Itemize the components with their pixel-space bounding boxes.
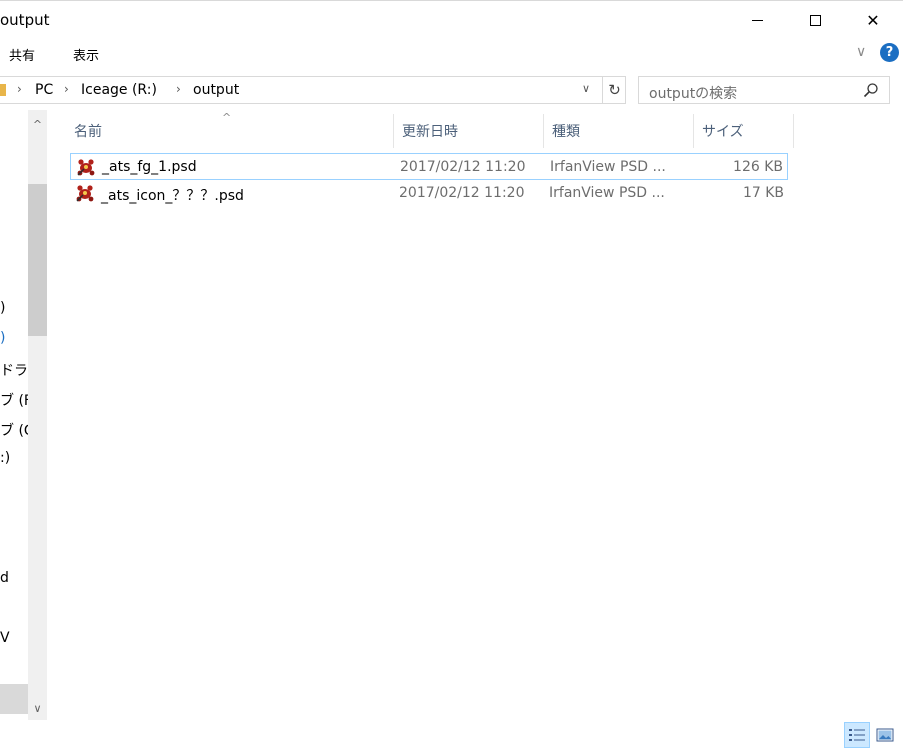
search-box[interactable]: outputの検索 (638, 76, 890, 104)
file-modified: 2017/02/12 11:20 (400, 159, 526, 175)
nav-selected-highlight (0, 684, 28, 714)
column-header-date[interactable]: 更新日時 (394, 114, 544, 148)
status-bar (0, 720, 903, 751)
help-icon: ? (885, 45, 894, 60)
large-icons-view-icon (876, 728, 894, 742)
file-name: _ats_icon_？？？.psd (101, 188, 244, 204)
breadcrumb-separator-icon[interactable]: › (64, 82, 69, 96)
maximize-icon (809, 14, 821, 26)
details-view-icon (849, 729, 865, 741)
expand-ribbon-chevron-icon[interactable]: ∨ (856, 44, 866, 60)
search-input[interactable]: outputの検索 (649, 83, 737, 103)
file-size: 126 KB (733, 159, 783, 175)
nav-scrollbar[interactable]: ^ ∨ (28, 110, 47, 720)
scroll-up-icon[interactable]: ^ (28, 114, 47, 134)
address-bar[interactable]: › PC › Iceage (R:) › output ∨ ↻ (0, 76, 626, 104)
nav-item[interactable]: ) (0, 300, 28, 316)
minimize-button[interactable] (728, 1, 786, 39)
nav-item[interactable]: ドライ (0, 360, 28, 380)
file-row[interactable]: _ats_fg_1.psd 2017/02/12 11:20 IrfanView… (70, 153, 788, 180)
irfanview-psd-icon (77, 159, 95, 176)
title-bar: output ✕ (0, 0, 903, 38)
column-header-type[interactable]: 種類 (544, 114, 694, 148)
window-title: output (0, 11, 50, 29)
scroll-thumb[interactable] (28, 184, 47, 336)
details-view-button[interactable] (844, 722, 870, 748)
nav-item[interactable]: ブ (F (0, 390, 28, 410)
irfanview-psd-icon (76, 185, 94, 202)
breadcrumb-drive[interactable]: Iceage (R:) (81, 82, 157, 98)
address-history-chevron-icon[interactable]: ∨ (582, 82, 590, 95)
large-icons-view-button[interactable] (872, 722, 898, 748)
nav-item[interactable]: :) (0, 450, 28, 466)
help-button[interactable]: ? (880, 43, 899, 62)
breadcrumb-separator-icon[interactable]: › (17, 82, 22, 96)
file-size: 17 KB (742, 185, 784, 201)
file-row[interactable]: _ats_icon_？？？.psd 2017/02/12 11:20 Irfan… (70, 180, 788, 207)
file-name: _ats_fg_1.psd (102, 159, 197, 175)
refresh-icon: ↻ (608, 81, 621, 99)
file-type: IrfanView PSD ... (550, 159, 666, 175)
breadcrumb-separator-icon[interactable]: › (176, 82, 181, 96)
nav-item[interactable]: d (0, 570, 28, 586)
refresh-button[interactable]: ↻ (602, 77, 626, 103)
ribbon: 共有 表示 ∨ ? (0, 38, 903, 70)
close-icon: ✕ (866, 10, 880, 30)
navigation-pane: ) ) ドライ ブ (F ブ (G :) d V ^ ∨ (0, 110, 48, 720)
search-icon[interactable] (863, 82, 879, 98)
nav-item[interactable]: ) (0, 330, 28, 346)
file-modified: 2017/02/12 11:20 (399, 185, 525, 201)
column-header-name[interactable]: 名前 (66, 114, 394, 148)
tab-share[interactable]: 共有 (9, 45, 35, 64)
file-type: IrfanView PSD ... (549, 185, 665, 201)
minimize-icon (751, 19, 763, 21)
folder-icon (0, 84, 6, 96)
close-button[interactable]: ✕ (844, 1, 902, 39)
maximize-button[interactable] (786, 1, 844, 39)
nav-item[interactable]: ブ (G (0, 420, 28, 440)
column-header-row: 名前 更新日時 種類 サイズ (66, 114, 796, 148)
breadcrumb-output[interactable]: output (193, 82, 239, 98)
column-header-size[interactable]: サイズ (694, 114, 794, 148)
nav-item[interactable]: V (0, 630, 28, 646)
tab-view[interactable]: 表示 (73, 45, 99, 64)
scroll-down-icon[interactable]: ∨ (28, 698, 47, 718)
breadcrumb-pc[interactable]: PC (35, 82, 53, 98)
